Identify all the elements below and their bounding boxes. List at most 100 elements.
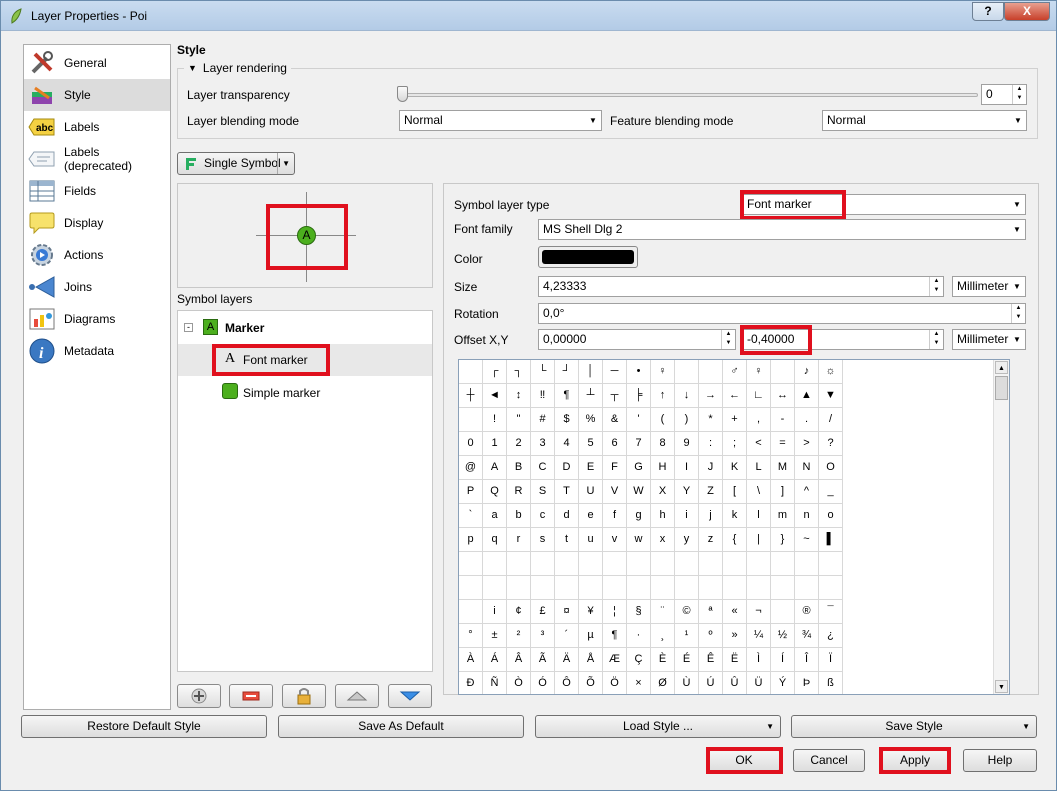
character-cell[interactable] [579,576,603,600]
character-cell[interactable] [723,552,747,576]
character-cell[interactable]: ¼ [747,624,771,648]
character-cell[interactable]: ¶ [555,384,579,408]
character-cell[interactable]: A [483,456,507,480]
character-cell[interactable]: z [699,528,723,552]
character-cell[interactable]: ~ [795,528,819,552]
character-cell[interactable]: Æ [603,648,627,672]
character-cell[interactable]: ¿ [819,624,843,648]
character-cell[interactable] [579,552,603,576]
sidebar-item-metadata[interactable]: i Metadata [24,335,170,367]
character-cell[interactable]: © [675,600,699,624]
character-cell[interactable]: ± [483,624,507,648]
character-cell[interactable]: h [651,504,675,528]
character-cell[interactable]: → [699,384,723,408]
character-cell[interactable]: ! [483,408,507,432]
character-cell[interactable]: ³ [531,624,555,648]
character-cell[interactable]: k [723,504,747,528]
character-cell[interactable]: I [675,456,699,480]
character-cell[interactable]: g [627,504,651,528]
character-cell[interactable]: ; [723,432,747,456]
character-cell[interactable]: K [723,456,747,480]
character-cell[interactable]: ® [795,600,819,624]
character-cell[interactable]: ♪ [795,360,819,384]
character-cell[interactable]: < [747,432,771,456]
character-cell[interactable]: ¶ [603,624,627,648]
character-cell[interactable]: ∟ [747,384,771,408]
character-cell[interactable]: , [747,408,771,432]
character-cell[interactable]: Á [483,648,507,672]
character-cell[interactable]: Ó [531,672,555,694]
character-cell[interactable]: 4 [555,432,579,456]
character-cell[interactable]: ¦ [603,600,627,624]
character-cell[interactable]: ` [459,504,483,528]
character-cell[interactable] [819,552,843,576]
cancel-button[interactable]: Cancel [793,749,865,772]
character-cell[interactable] [771,600,795,624]
character-cell[interactable]: T [555,480,579,504]
character-cell[interactable]: Ò [507,672,531,694]
character-map[interactable]: ß Þ Ý Ü Û Ú Ù Ø × Ö Õ Ô Ó Ò Ñ Ð Ï Î Í Ì Ë Ê É È Ç Æ Å Ä Ã Â Á À ¿ ¾ ½ ¼» º ¹ ¸… [458,359,1010,695]
character-cell[interactable]: 2 [507,432,531,456]
character-cell[interactable] [651,552,675,576]
character-cell[interactable]: · [627,624,651,648]
character-cell[interactable]: │ [579,360,603,384]
character-cell[interactable]: ♂ [723,360,747,384]
character-cell[interactable]: ß [819,672,843,694]
character-cell[interactable] [675,576,699,600]
character-cell[interactable]: [ [723,480,747,504]
character-cell[interactable]: ¨ [651,600,675,624]
character-cell[interactable]: d [555,504,579,528]
character-cell[interactable]: } [771,528,795,552]
character-cell[interactable]: ▲ [795,384,819,408]
blending-mode-combo[interactable]: Normal ▼ [399,110,602,131]
character-cell[interactable]: i [675,504,699,528]
character-cell[interactable]: ↓ [675,384,699,408]
character-cell[interactable]: f [603,504,627,528]
character-cell[interactable]: £ [531,600,555,624]
character-cell[interactable]: ¯ [819,600,843,624]
character-cell[interactable]: G [627,456,651,480]
character-cell[interactable]: Ë [723,648,747,672]
character-cell[interactable]: ª [699,600,723,624]
save-as-default-button[interactable]: Save As Default [278,715,524,738]
character-cell[interactable]: Ô [555,672,579,694]
character-cell[interactable]: ' [627,408,651,432]
sidebar-item-labels[interactable]: abc Labels [24,111,170,143]
character-cell[interactable]: ← [723,384,747,408]
character-cell[interactable]: E [579,456,603,480]
character-cell[interactable]: 7 [627,432,651,456]
character-cell[interactable]: ╞ [627,384,651,408]
character-cell[interactable]: > [795,432,819,456]
character-cell[interactable]: ½ [771,624,795,648]
character-cell[interactable]: W [627,480,651,504]
character-cell[interactable]: 3 [531,432,555,456]
character-cell[interactable]: Y [675,480,699,504]
character-cell[interactable] [819,576,843,600]
remove-layer-button[interactable] [229,684,273,708]
character-cell[interactable]: Ü [747,672,771,694]
sidebar-item-style[interactable]: Style [24,79,170,111]
character-cell[interactable]: ( [651,408,675,432]
character-cell[interactable]: ♀ [651,360,675,384]
character-cell[interactable]: X [651,480,675,504]
character-cell[interactable] [699,360,723,384]
character-cell[interactable]: ─ [603,360,627,384]
character-cell[interactable]: ¾ [795,624,819,648]
spin-arrows-icon[interactable]: ▲ ▼ [929,330,943,349]
character-cell[interactable]: ◄ [483,384,507,408]
character-cell[interactable]: ┐ [507,360,531,384]
sidebar-item-display[interactable]: Display [24,207,170,239]
character-cell[interactable] [459,600,483,624]
character-cell[interactable] [795,576,819,600]
character-map-scrollbar[interactable]: ▲ ▼ [993,360,1009,694]
character-cell[interactable] [795,552,819,576]
scroll-up-icon[interactable]: ▲ [995,361,1008,374]
character-cell[interactable]: F [603,456,627,480]
character-cell[interactable]: : [699,432,723,456]
character-cell[interactable]: ▼ [819,384,843,408]
character-cell[interactable] [483,576,507,600]
character-cell[interactable]: + [723,408,747,432]
character-cell[interactable]: p [459,528,483,552]
character-cell[interactable] [771,552,795,576]
character-cell[interactable] [459,408,483,432]
